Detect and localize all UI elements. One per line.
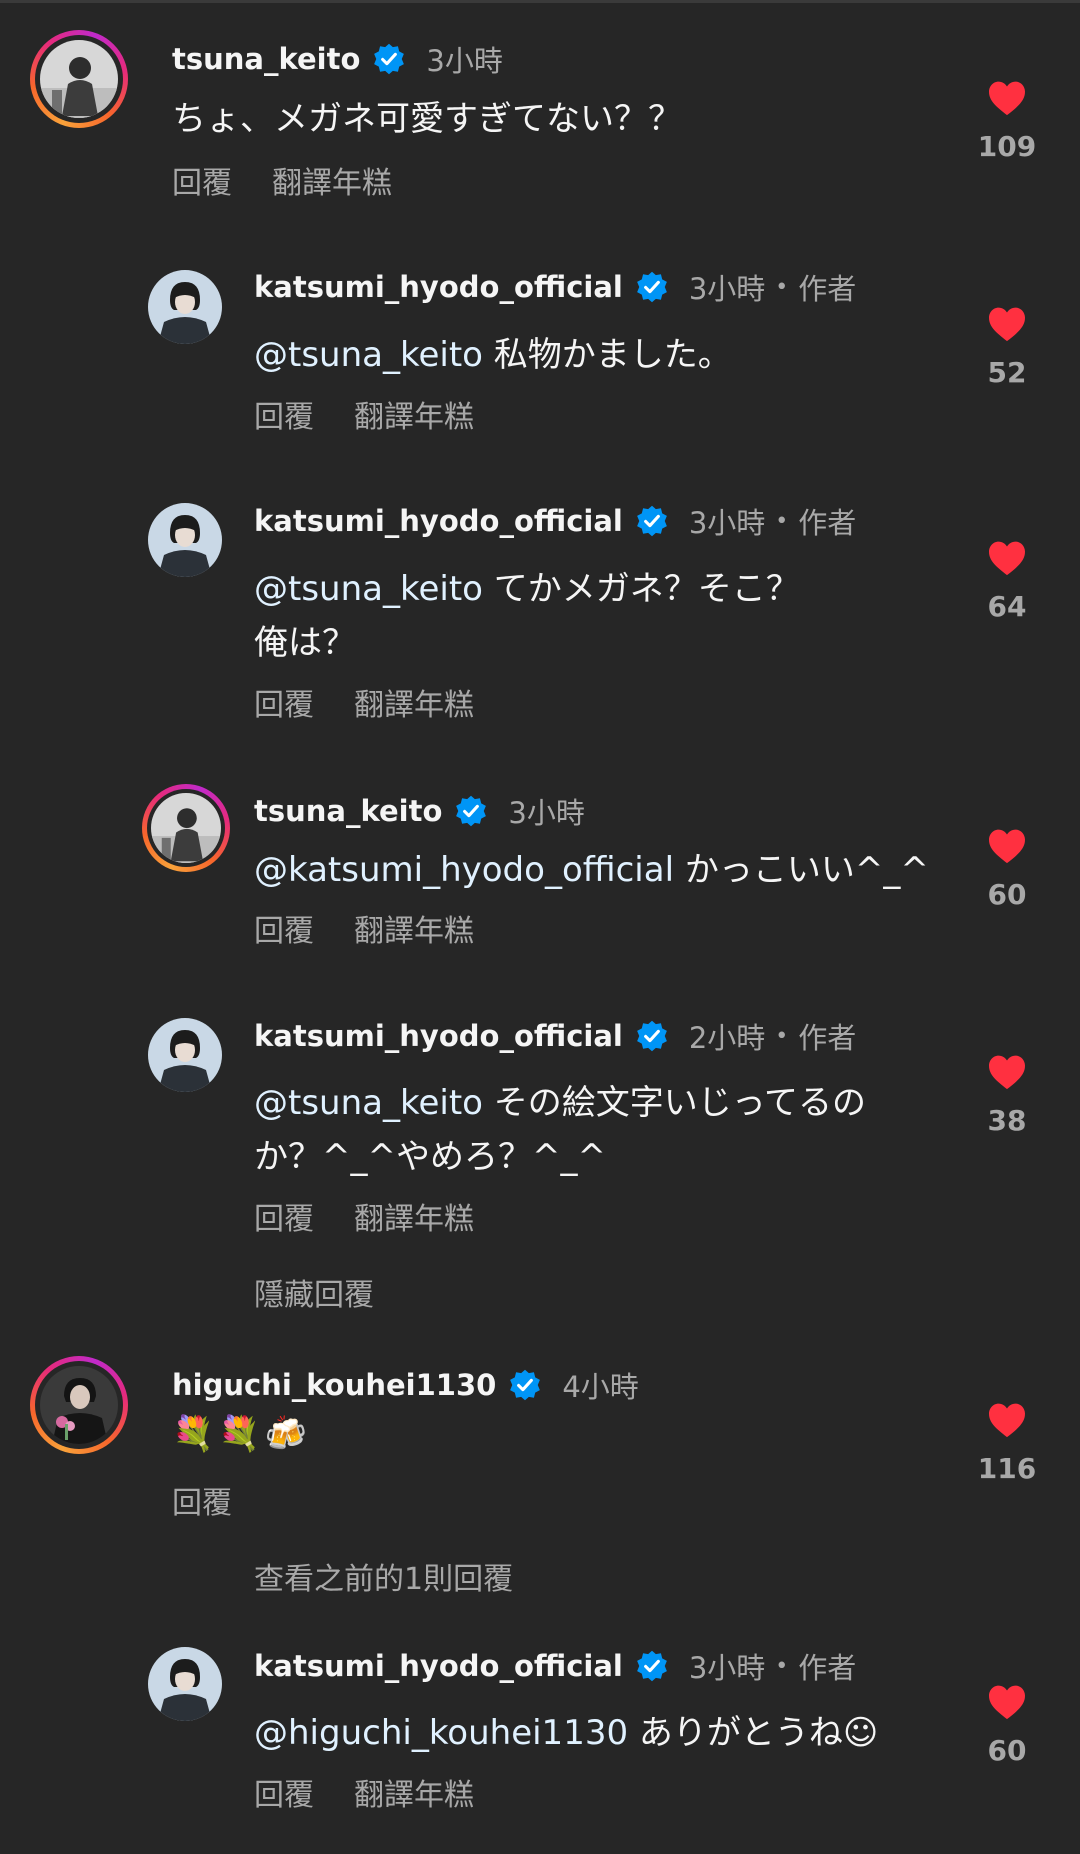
timestamp: 3小時 xyxy=(688,506,766,540)
author-tag: 作者 xyxy=(798,272,857,306)
comment-text: ちょ、メガネ可愛すぎてない？？ xyxy=(172,99,682,139)
username[interactable]: katsumi_hyodo_official xyxy=(254,1649,623,1683)
comment-emoji-text: 💐💐🍻 xyxy=(172,1414,312,1454)
translate-button[interactable]: 翻譯年糕 xyxy=(272,158,392,202)
timestamp: 4小時 xyxy=(562,1370,639,1404)
mention-link[interactable]: @higuchi_kouhei1130 xyxy=(254,1713,628,1753)
username[interactable]: tsuna_keito xyxy=(254,794,442,828)
separator-dot: • xyxy=(775,508,789,534)
like-count: 109 xyxy=(977,130,1037,163)
verified-badge-icon xyxy=(456,795,487,827)
reply-button[interactable]: 回覆 xyxy=(254,392,314,436)
username[interactable]: katsumi_hyodo_official xyxy=(254,1019,623,1053)
reply-button[interactable]: 回覆 xyxy=(254,680,314,724)
heart-icon xyxy=(989,541,1025,576)
like-button[interactable]: 52 xyxy=(962,306,1052,389)
translate-button[interactable]: 翻譯年糕 xyxy=(354,1194,474,1238)
avatar[interactable] xyxy=(148,270,222,344)
like-button[interactable]: 60 xyxy=(962,828,1052,911)
username[interactable]: higuchi_kouhei1130 xyxy=(172,1368,496,1402)
translate-button[interactable]: 翻譯年糕 xyxy=(354,392,474,436)
comment-text: @tsuna_keito 私物かました。 xyxy=(254,335,732,375)
translate-button[interactable]: 翻譯年糕 xyxy=(354,1770,474,1814)
hide-replies-button[interactable]: 隱藏回覆 xyxy=(254,1270,374,1314)
username[interactable]: katsumi_hyodo_official xyxy=(254,270,623,304)
verified-badge-icon xyxy=(636,271,667,303)
avatar[interactable] xyxy=(151,793,221,863)
reply-button[interactable]: 回覆 xyxy=(254,1770,314,1814)
avatar[interactable] xyxy=(40,1366,118,1444)
timestamp: 3小時 xyxy=(688,1651,766,1685)
comment-text: @higuchi_kouhei1130 ありがとうね☺ xyxy=(254,1713,879,1753)
like-count: 52 xyxy=(987,356,1027,389)
heart-icon xyxy=(989,307,1025,342)
separator-dot: • xyxy=(775,1023,789,1049)
like-button[interactable]: 116 xyxy=(962,1402,1052,1485)
avatar[interactable] xyxy=(148,1647,222,1721)
mention-link[interactable]: @tsuna_keito xyxy=(254,569,483,609)
like-count: 60 xyxy=(987,1734,1027,1767)
timestamp: 3小時 xyxy=(426,44,503,78)
heart-icon xyxy=(989,1055,1025,1090)
verified-badge-icon xyxy=(636,1020,667,1052)
mention-link[interactable]: @tsuna_keito xyxy=(254,1083,483,1123)
username[interactable]: katsumi_hyodo_official xyxy=(254,504,623,538)
heart-icon xyxy=(989,1403,1025,1438)
verified-badge-icon xyxy=(636,505,667,537)
avatar[interactable] xyxy=(148,503,222,577)
top-divider xyxy=(0,0,1080,3)
separator-dot: • xyxy=(775,274,789,300)
comment-text: @tsuna_keito てかメガネ？そこ？ 俺は？ xyxy=(254,569,800,663)
comment-text: @tsuna_keito その絵文字いじってるの か？^_^やめろ？^_^ xyxy=(254,1083,867,1177)
verified-badge-icon xyxy=(510,1369,541,1401)
author-tag: 作者 xyxy=(798,1021,857,1055)
mention-link[interactable]: @katsumi_hyodo_official xyxy=(254,850,674,890)
view-previous-replies-button[interactable]: 查看之前的1則回覆 xyxy=(254,1554,513,1598)
like-count: 60 xyxy=(987,878,1027,911)
reply-button[interactable]: 回覆 xyxy=(172,158,232,202)
timestamp: 3小時 xyxy=(688,272,766,306)
translate-button[interactable]: 翻譯年糕 xyxy=(354,680,474,724)
reply-button[interactable]: 回覆 xyxy=(254,1194,314,1238)
author-tag: 作者 xyxy=(798,506,857,540)
avatar[interactable] xyxy=(148,1018,222,1092)
heart-icon xyxy=(989,1685,1025,1720)
verified-badge-icon xyxy=(374,43,405,75)
verified-badge-icon xyxy=(636,1650,667,1682)
like-count: 116 xyxy=(977,1452,1037,1485)
mention-link[interactable]: @tsuna_keito xyxy=(254,335,483,375)
like-count: 64 xyxy=(987,590,1027,623)
heart-icon xyxy=(989,81,1025,116)
reply-button[interactable]: 回覆 xyxy=(254,906,314,950)
avatar[interactable] xyxy=(40,40,118,118)
translate-button[interactable]: 翻譯年糕 xyxy=(354,906,474,950)
separator-dot: • xyxy=(775,1653,789,1679)
timestamp: 3小時 xyxy=(508,796,585,830)
like-button[interactable]: 38 xyxy=(962,1054,1052,1137)
like-button[interactable]: 109 xyxy=(962,80,1052,163)
like-count: 38 xyxy=(987,1104,1027,1137)
like-button[interactable]: 64 xyxy=(962,540,1052,623)
comment-text: @katsumi_hyodo_official かっこいい^_^ xyxy=(254,850,929,890)
author-tag: 作者 xyxy=(798,1651,857,1685)
heart-icon xyxy=(989,829,1025,864)
timestamp: 2小時 xyxy=(688,1021,766,1055)
like-button[interactable]: 60 xyxy=(962,1684,1052,1767)
reply-button[interactable]: 回覆 xyxy=(172,1478,232,1522)
username[interactable]: tsuna_keito xyxy=(172,42,360,76)
